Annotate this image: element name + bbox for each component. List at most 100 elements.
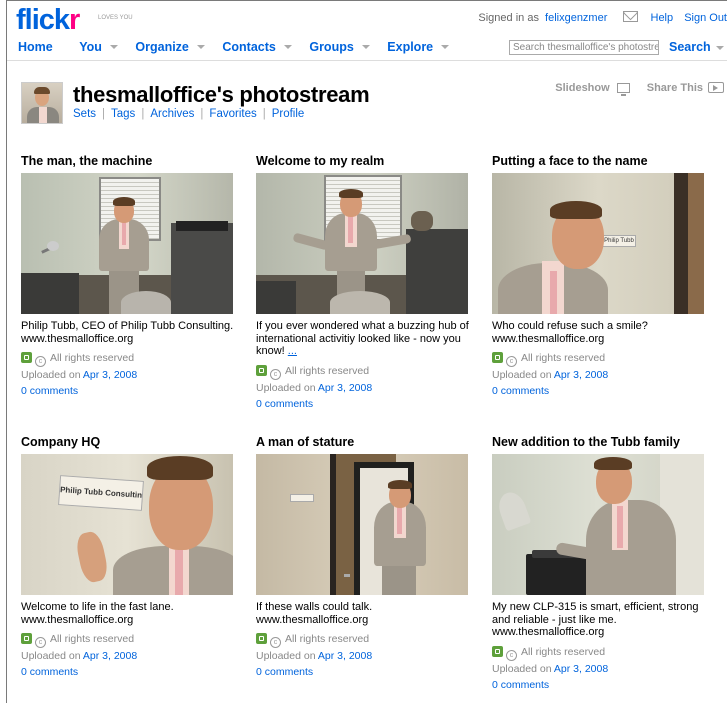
company-sign: Philip Tubb Consulting [58,475,144,511]
rights-label: All rights reserved [285,364,370,377]
upload-date-link[interactable]: Apr 3, 2008 [318,382,372,394]
privacy-icon[interactable] [21,352,32,363]
photo-meta: c All rights reserved Uploaded on Apr 3, … [492,645,609,691]
rights-label: All rights reserved [50,352,135,364]
comments-link[interactable]: 0 comments [256,398,313,410]
nav-organize[interactable]: Organize [135,40,189,54]
nav-you[interactable]: You [79,40,102,54]
comments-link[interactable]: 0 comments [256,666,313,678]
photo-title[interactable]: A man of stature [256,435,481,450]
privacy-icon[interactable] [256,364,267,376]
chevron-down-icon[interactable] [283,44,292,49]
logo-tagline: LOVES YOU [98,15,133,21]
archives-link[interactable]: Archives [150,108,194,120]
main-nav: Home You Organize Contacts Groups Explor… [18,40,463,54]
photo-description: Philip Tubb, CEO of Philip Tubb Consulti… [21,320,234,345]
rights-label: All rights reserved [285,633,370,645]
search-button[interactable]: Search [669,40,711,54]
copyright-icon: c [506,649,517,661]
photo-card: New addition to the Tubb family My new C… [492,435,717,693]
photo-meta: c All rights reserved Uploaded on Apr 3, … [21,633,138,678]
copyright-icon: c [35,637,46,648]
chevron-down-icon[interactable] [361,44,370,49]
photo-thumbnail[interactable] [492,454,704,595]
privacy-icon[interactable] [492,645,503,657]
flickr-logo[interactable]: flickr LOVES YOU [16,5,133,35]
privacy-icon[interactable] [492,352,503,363]
photo-description: Welcome to life in the fast lane. www.th… [21,601,174,626]
photo-meta: c All rights reserved Uploaded on Apr 3, … [256,633,373,678]
chevron-down-icon[interactable] [441,44,450,49]
photo-card: Putting a face to the name Philip Tubb W… [492,154,717,399]
chevron-down-icon[interactable] [109,44,118,49]
upload-date-link[interactable]: Apr 3, 2008 [554,663,608,675]
comments-link[interactable]: 0 comments [21,666,78,678]
upload-date-link[interactable]: Apr 3, 2008 [83,369,137,381]
nav-groups[interactable]: Groups [309,40,353,54]
door-sign: Philip Tubb [602,235,636,247]
photostream-subnav: Sets | Tags | Archives | Favorites | Profile [73,108,305,120]
photo-title[interactable]: The man, the machine [21,154,246,169]
photo-card: The man, the machine Philip Tubb, CEO of… [21,154,246,399]
slideshow-button[interactable]: Slideshow [555,82,609,94]
rights-label: All rights reserved [521,352,606,364]
sign-out-link[interactable]: Sign Out [684,12,727,24]
avatar[interactable] [21,82,63,124]
signed-in-label: Signed in as [478,12,539,24]
copyright-icon: c [35,356,46,367]
share-this-button[interactable]: Share This [647,82,703,94]
search-input[interactable]: Search thesmalloffice's photostream [509,40,659,55]
help-link[interactable]: Help [651,12,674,24]
upload-date-link[interactable]: Apr 3, 2008 [318,650,372,662]
page-title: thesmalloffice's photostream [73,82,370,107]
photostream-actions: Slideshow Share This [555,82,724,96]
photo-thumbnail[interactable] [21,173,233,314]
photo-title[interactable]: Welcome to my realm [256,154,481,169]
photo-meta: c All rights reserved Uploaded on Apr 3, … [21,352,138,397]
nav-home[interactable]: Home [18,40,53,54]
photo-thumbnail[interactable]: Philip Tubb [492,173,704,314]
photo-description: If you ever wondered what a buzzing hub … [256,320,469,357]
comments-link[interactable]: 0 comments [492,385,549,397]
nav-explore[interactable]: Explore [387,40,433,54]
comments-link[interactable]: 0 comments [21,385,78,397]
comments-link[interactable]: 0 comments [492,679,549,691]
photo-title[interactable]: Putting a face to the name [492,154,717,169]
photo-description: Who could refuse such a smile? www.thesm… [492,320,648,345]
photo-card: Welcome to my realm If you ever wondered… [256,154,481,412]
rights-label: All rights reserved [521,645,606,658]
photo-thumbnail[interactable] [256,454,468,595]
profile-link[interactable]: Profile [272,108,305,120]
photo-title[interactable]: Company HQ [21,435,246,450]
privacy-icon[interactable] [256,633,267,644]
copyright-icon: c [270,368,281,380]
copyright-icon: c [270,637,281,648]
photo-thumbnail[interactable]: Philip Tubb Consulting [21,454,233,595]
account-bar: Signed in as felixgenzmer Help Sign Out [478,11,727,24]
rights-label: All rights reserved [50,633,135,645]
more-link[interactable]: ... [288,345,297,357]
photo-thumbnail[interactable] [256,173,468,314]
photo-card: Company HQ Philip Tubb Consulting Welcom… [21,435,246,680]
mail-icon[interactable] [623,11,639,22]
privacy-icon[interactable] [21,633,32,644]
photo-card: A man of stature If these walls could ta… [256,435,481,680]
nav-contacts[interactable]: Contacts [222,40,275,54]
sets-link[interactable]: Sets [73,108,96,120]
photo-meta: c All rights reserved Uploaded on Apr 3, … [492,352,609,397]
photo-description: If these walls could talk. www.thesmallo… [256,601,373,626]
favorites-link[interactable]: Favorites [209,108,256,120]
header-divider [7,60,727,61]
tags-link[interactable]: Tags [111,108,135,120]
photo-meta: c All rights reserved Uploaded on Apr 3, … [256,364,373,410]
photo-description: My new CLP-315 is smart, efficient, stro… [492,601,699,638]
copyright-icon: c [506,356,517,367]
upload-date-link[interactable]: Apr 3, 2008 [83,650,137,662]
slideshow-icon[interactable] [616,83,630,96]
upload-date-link[interactable]: Apr 3, 2008 [554,369,608,381]
chevron-down-icon[interactable] [196,44,205,49]
share-icon[interactable] [708,82,724,93]
chevron-down-icon[interactable] [716,46,724,50]
photo-title[interactable]: New addition to the Tubb family [492,435,717,450]
username-link[interactable]: felixgenzmer [545,12,607,24]
